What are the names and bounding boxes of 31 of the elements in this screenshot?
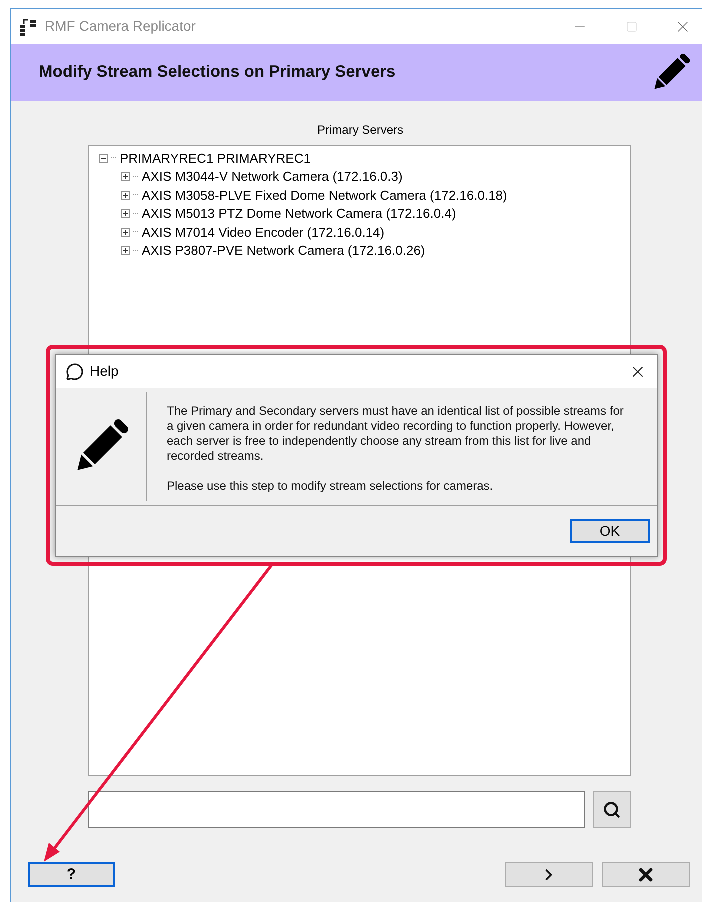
ok-button[interactable]: OK — [570, 519, 650, 543]
search-field[interactable] — [88, 791, 585, 828]
help-text: The Primary and Secondary servers must have an identical list of possible streams for a given camera in order for redundant video recording to function properly. However, each server is free to independently choose any stream from this list for live and recorded streams. — [167, 404, 625, 464]
tree-item[interactable]: AXIS M7014 Video Encoder (172.16.0.14) — [142, 222, 385, 242]
tree-connector — [133, 176, 139, 178]
search-button[interactable] — [593, 791, 631, 828]
dialog-title: Help — [90, 362, 119, 381]
cancel-button[interactable] — [602, 862, 690, 887]
expand-icon[interactable] — [121, 190, 130, 200]
help-text: Please use this step to modify stream selections for cameras. — [167, 479, 494, 494]
tree-connector — [133, 250, 139, 252]
tree-item[interactable]: AXIS P3807-PVE Network Camera (172.16.0.26) — [142, 241, 426, 260]
tree-connector — [133, 231, 139, 234]
tree-item[interactable]: AXIS M3044-V Network Camera (172.16.0.3) — [142, 167, 403, 186]
app-icon — [19, 18, 37, 36]
tree-connector — [111, 157, 117, 160]
expand-icon[interactable] — [121, 172, 130, 182]
tree-label: Primary Servers — [317, 122, 404, 139]
window-title: RMF Camera Replicator — [45, 17, 196, 36]
expand-icon[interactable] — [121, 228, 130, 237]
page-heading: Modify Stream Selections on Primary Servers — [39, 62, 396, 84]
tree-connector — [133, 194, 139, 196]
expand-icon[interactable] — [121, 246, 130, 256]
help-button[interactable]: ? — [28, 862, 115, 887]
tree-item[interactable]: PRIMARYREC1 PRIMARYREC1 — [120, 148, 311, 168]
tree-item[interactable]: AXIS M5013 PTZ Dome Network Camera (172.16.0.4) — [142, 204, 456, 224]
collapse-icon[interactable] — [99, 154, 108, 163]
expand-icon[interactable] — [121, 209, 130, 218]
search-icon — [603, 800, 621, 818]
tree-item[interactable]: AXIS M3058-PLVE Fixed Dome Network Camera (172.16.0.18) — [142, 186, 508, 205]
tree-connector — [133, 212, 139, 215]
